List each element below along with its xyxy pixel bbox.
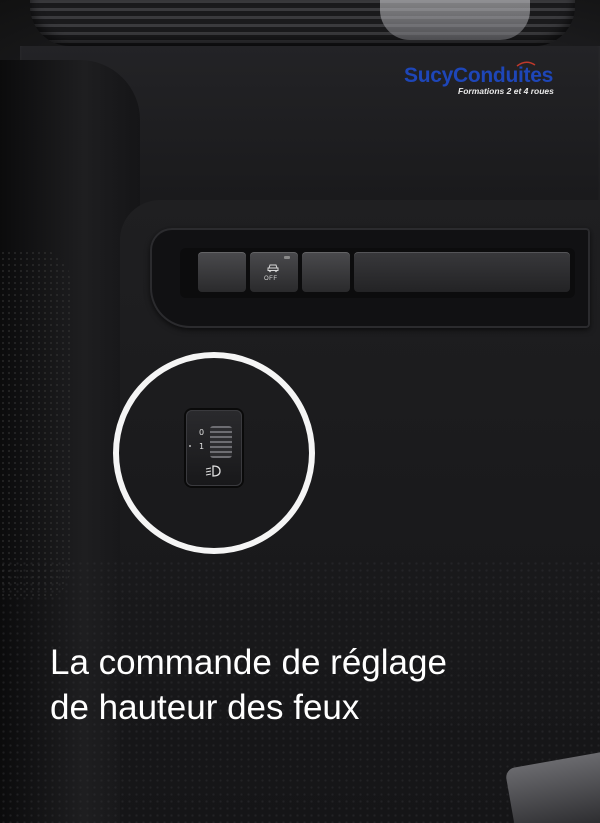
logo-swoosh-icon <box>516 61 536 67</box>
vent-knob <box>380 0 530 40</box>
caption-line-2: de hauteur des feux <box>50 688 360 727</box>
caption: La commande de réglage de hauteur des fe… <box>50 640 590 730</box>
blank-button-cover <box>354 252 570 292</box>
highlight-circle <box>113 352 315 554</box>
caption-line-1: La commande de réglage <box>50 643 447 682</box>
photo: OFF 0 1 SucyConduites Formations 2 et 4 … <box>0 0 600 823</box>
sucyconduites-logo: SucyConduites Formations 2 et 4 roues <box>404 61 584 96</box>
skid-car-icon <box>267 264 279 273</box>
button-led <box>284 256 290 259</box>
off-label: OFF <box>264 276 278 282</box>
dash-button-1[interactable] <box>198 252 246 292</box>
logo-brand: SucyConduites <box>404 64 553 87</box>
dash-button-3[interactable] <box>302 252 350 292</box>
door-speaker-grille <box>0 250 70 600</box>
